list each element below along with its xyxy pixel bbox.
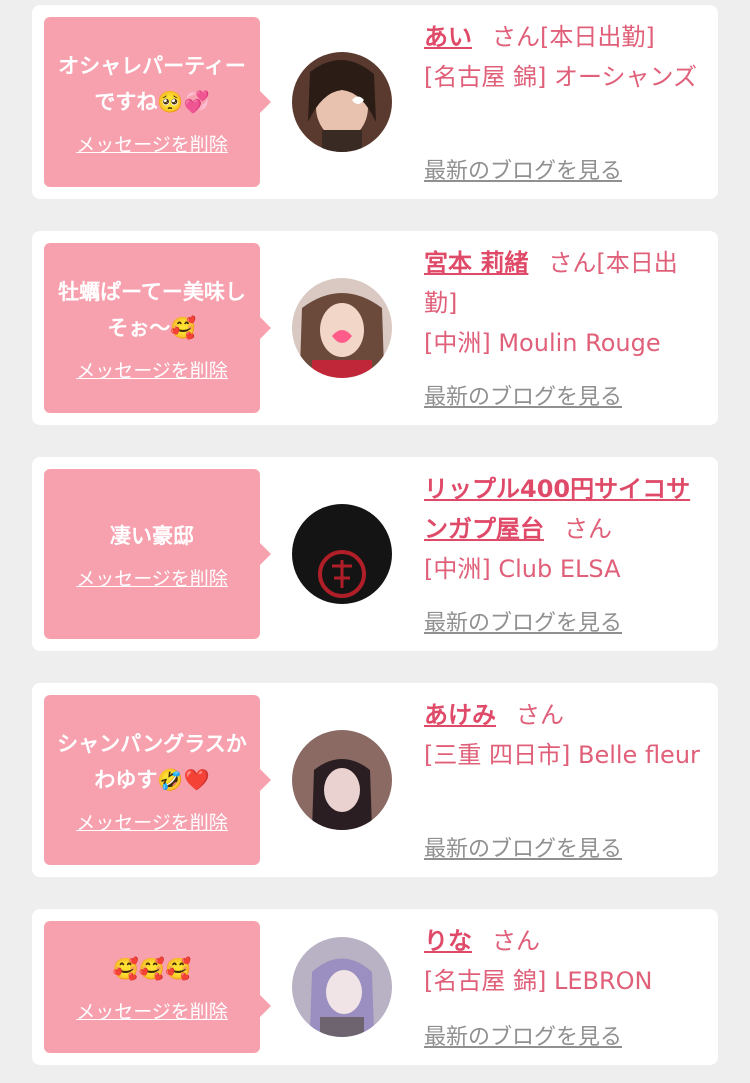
honorific-status: さん <box>492 927 540 955</box>
message-text: 凄い豪邸 <box>110 523 194 548</box>
cast-info: りな さん [名古屋 錦] LEBRON <box>424 921 704 1001</box>
message-card: 牡蠣ぱーてー美味しそぉ〜🥰 メッセージを削除 宮本 莉緒 さん[本日出勤] [中洲… <box>32 231 718 425</box>
latest-blog-link[interactable]: 最新のブログを見る <box>424 379 622 411</box>
shop-label: [名古屋 錦] オーシャンズ <box>424 63 698 91</box>
delete-message-link[interactable]: メッセージを削除 <box>76 356 228 383</box>
delete-message-link[interactable]: メッセージを削除 <box>76 997 228 1024</box>
cast-info: あけみ さん [三重 四日市] Belle fleur <box>424 695 704 775</box>
cast-name-link[interactable]: リップル400円サイコサンガプ屋台 <box>424 475 690 543</box>
latest-blog-link[interactable]: 最新のブログを見る <box>424 605 622 637</box>
message-text: 🥰🥰🥰 <box>112 956 192 981</box>
avatar[interactable] <box>292 52 392 152</box>
shop-label: [三重 四日市] Belle fleur <box>424 741 700 769</box>
shop-label: [名古屋 錦] LEBRON <box>424 967 653 995</box>
delete-message-link[interactable]: メッセージを削除 <box>76 130 228 157</box>
latest-blog-link[interactable]: 最新のブログを見る <box>424 831 622 863</box>
message-bubble: 凄い豪邸 メッセージを削除 <box>44 469 271 639</box>
message-bubble: シャンパングラスかわゆす🤣❤️ メッセージを削除 <box>44 695 271 865</box>
message-bubble: 牡蠣ぱーてー美味しそぉ〜🥰 メッセージを削除 <box>44 243 271 413</box>
message-text: シャンパングラスかわゆす🤣❤️ <box>57 731 247 792</box>
avatar[interactable] <box>292 278 392 378</box>
message-card: 凄い豪邸 メッセージを削除 リップル400円サイコサンガプ屋台 さん [中洲] C… <box>32 457 718 651</box>
avatar[interactable] <box>292 937 392 1037</box>
message-text: オシャレパーティーですね🥺💞 <box>58 53 246 114</box>
avatar[interactable] <box>292 504 392 604</box>
message-card: シャンパングラスかわゆす🤣❤️ メッセージを削除 あけみ さん [三重 四日市] … <box>32 683 718 877</box>
cast-name-link[interactable]: 宮本 莉緒 <box>424 249 528 277</box>
shop-label: [中洲] Club ELSA <box>424 555 621 583</box>
latest-blog-link[interactable]: 最新のブログを見る <box>424 1019 622 1051</box>
shop-label: [中洲] Moulin Rouge <box>424 329 661 357</box>
avatar[interactable] <box>292 730 392 830</box>
message-text: 牡蠣ぱーてー美味しそぉ〜🥰 <box>58 279 246 340</box>
message-card: オシャレパーティーですね🥺💞 メッセージを削除 あい さん[本日出勤] [名古屋 … <box>32 5 718 199</box>
cast-name-link[interactable]: あけみ <box>424 701 496 729</box>
message-bubble: 🥰🥰🥰 メッセージを削除 <box>44 921 271 1053</box>
cast-name-link[interactable]: あい <box>424 23 472 51</box>
cast-info: 宮本 莉緒 さん[本日出勤] [中洲] Moulin Rouge <box>424 243 704 363</box>
honorific-status: さん <box>564 515 612 543</box>
message-bubble: オシャレパーティーですね🥺💞 メッセージを削除 <box>44 17 271 187</box>
honorific-status: さん <box>516 701 564 729</box>
honorific-status: さん[本日出勤] <box>492 23 655 51</box>
cast-info: あい さん[本日出勤] [名古屋 錦] オーシャンズ <box>424 17 704 97</box>
latest-blog-link[interactable]: 最新のブログを見る <box>424 153 622 185</box>
delete-message-link[interactable]: メッセージを削除 <box>76 808 228 835</box>
cast-name-link[interactable]: りな <box>424 927 472 955</box>
cast-info: リップル400円サイコサンガプ屋台 さん [中洲] Club ELSA <box>424 469 704 589</box>
delete-message-link[interactable]: メッセージを削除 <box>76 564 228 591</box>
message-card: 🥰🥰🥰 メッセージを削除 りな さん [名古屋 錦] LEBRON 最新のブログを… <box>32 909 718 1065</box>
